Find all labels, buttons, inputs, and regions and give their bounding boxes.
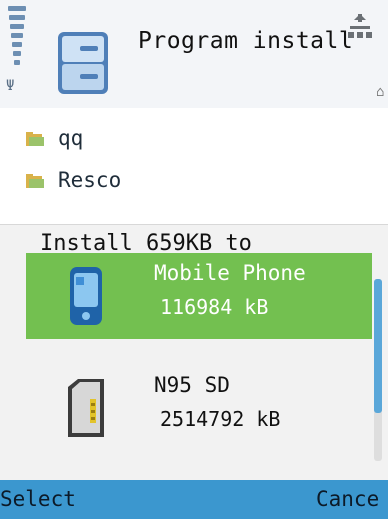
status-bar: Ψ Program install ⌂ bbox=[0, 0, 388, 108]
scrollbar-thumb[interactable] bbox=[374, 279, 382, 413]
option-name: N95 SD bbox=[154, 373, 230, 397]
option-mobile-phone[interactable]: Mobile Phone 116984 kB bbox=[26, 253, 372, 339]
option-size: 116984 kB bbox=[160, 295, 269, 319]
select-softkey[interactable]: Select bbox=[0, 487, 76, 511]
memory-card-icon bbox=[68, 379, 104, 437]
softkey-bar: Select Cance bbox=[0, 480, 388, 519]
install-app-icon bbox=[58, 32, 108, 94]
list-item-label: qq bbox=[58, 126, 84, 150]
antenna-icon: Ψ bbox=[6, 78, 15, 94]
list-item[interactable]: qq bbox=[0, 122, 388, 162]
option-size: 2514792 kB bbox=[160, 407, 281, 431]
option-memory-card[interactable]: N95 SD 2514792 kB bbox=[26, 365, 372, 451]
scrollbar[interactable] bbox=[374, 279, 382, 461]
option-name: Mobile Phone bbox=[154, 261, 306, 285]
network-icon bbox=[348, 14, 372, 38]
home-icon: ⌂ bbox=[376, 84, 385, 100]
list-item-label: Resco bbox=[58, 168, 122, 192]
cancel-softkey[interactable]: Cance bbox=[316, 487, 379, 511]
folder-icon bbox=[26, 174, 44, 188]
install-destination-dialog: Install 659KB to Mobile Phone 116984 kB … bbox=[0, 224, 388, 481]
folder-icon bbox=[26, 132, 44, 146]
list-item[interactable]: Resco bbox=[0, 164, 388, 204]
page-title: Program install bbox=[138, 28, 354, 54]
phone-memory-icon bbox=[70, 267, 102, 325]
